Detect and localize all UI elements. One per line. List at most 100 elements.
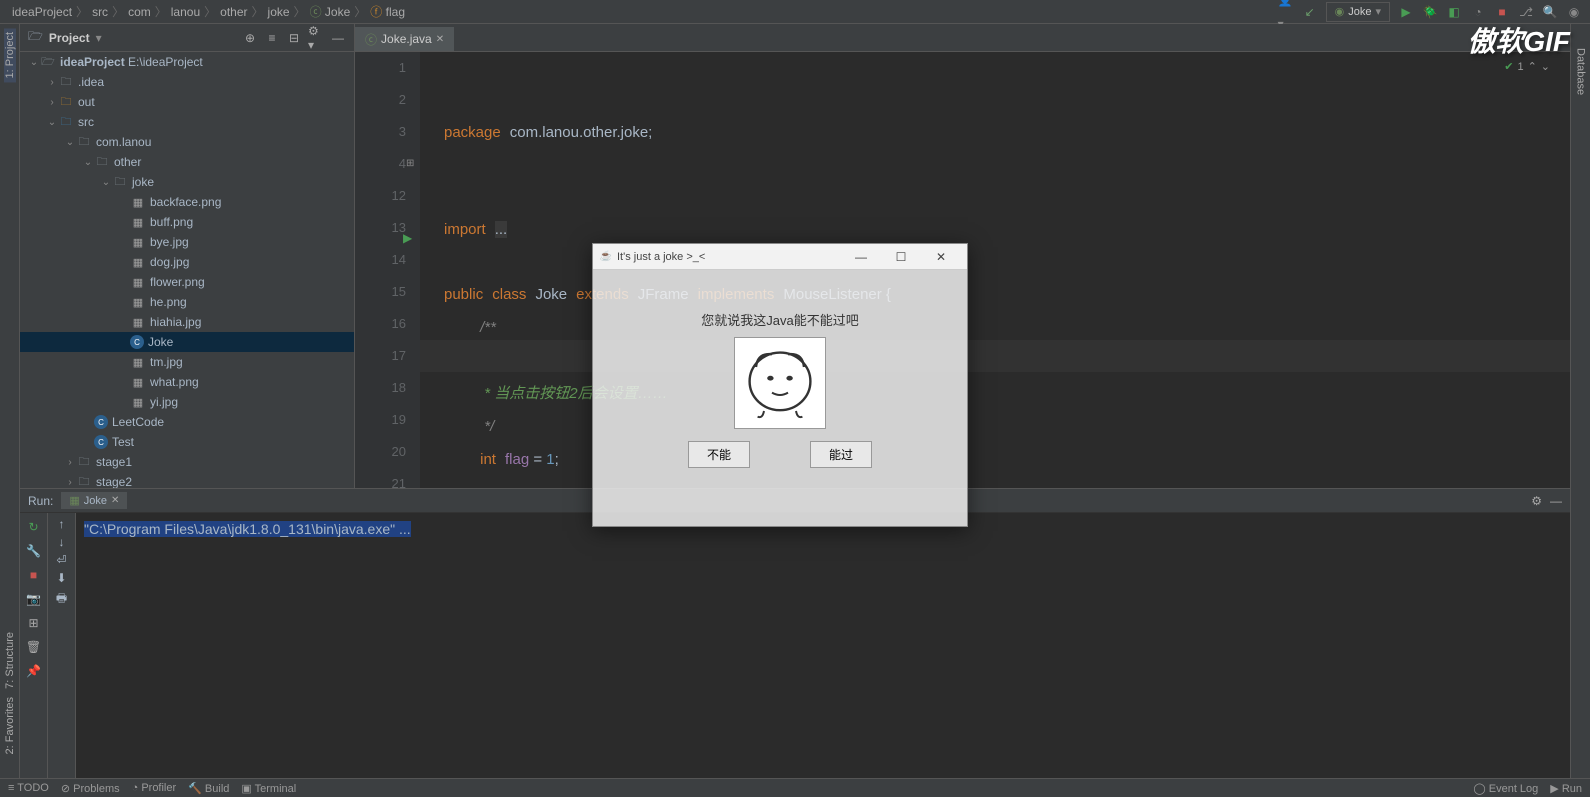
todo-button[interactable]: ≡ TODO (8, 782, 49, 794)
project-panel-title: Project (49, 31, 90, 45)
gutter-run-icon[interactable]: ▶ (403, 222, 412, 254)
favorites-tool-button[interactable]: 2: Favorites (4, 693, 16, 758)
project-tool-button[interactable]: 1: Project (4, 28, 16, 82)
tool-icon[interactable]: 🔧 (24, 541, 44, 561)
console-output[interactable]: "C:\Program Files\Java\jdk1.8.0_131\bin\… (76, 513, 1570, 778)
folder-icon: 🗁 (28, 27, 43, 48)
yes-button[interactable]: 能过 (810, 441, 872, 468)
expand-icon[interactable]: ≡ (264, 30, 280, 46)
run-icon[interactable]: ▶ (1398, 4, 1414, 20)
breadcrumb: ideaProject〉 src〉 com〉 lanou〉 other〉 jok… (0, 0, 1590, 24)
tree-item[interactable]: CTest (20, 432, 354, 452)
hide-icon[interactable]: — (1550, 494, 1562, 508)
layout-icon[interactable]: ⊞ (24, 613, 44, 633)
tree-item[interactable]: ▦hiahia.jpg (20, 312, 354, 332)
tree-item[interactable]: ▦flower.png (20, 272, 354, 292)
up-icon[interactable]: ↑ (59, 517, 65, 531)
stop-icon[interactable]: ■ (24, 565, 44, 585)
dialog-body: 您就说我这Java能不能过吧 不能 能过 (593, 270, 967, 468)
inspection-widget[interactable]: ✔ 1 ⌃⌄ (1504, 60, 1550, 73)
joke-dialog: ☕ It's just a joke >_< — ☐ ✕ 您就说我这Java能不… (592, 243, 968, 527)
tree-item[interactable]: ⌄🗀com.lanou (20, 132, 354, 152)
tree-item[interactable]: ▦backface.png (20, 192, 354, 212)
right-tool-stripe: Database (1570, 24, 1590, 778)
camera-icon[interactable]: 📷 (24, 589, 44, 609)
breadcrumb-item[interactable]: com (124, 0, 155, 24)
run-config-selector[interactable]: ◉ Joke ▾ (1326, 2, 1390, 22)
tree-item[interactable]: ›🗀out (20, 92, 354, 112)
run-button[interactable]: ▶ Run (1550, 782, 1582, 795)
trash-icon[interactable]: 🗑 (24, 637, 44, 657)
profiler-icon[interactable]: ◔ (1470, 4, 1486, 20)
minimize-icon[interactable]: — (841, 250, 881, 264)
search-icon[interactable]: 🔍 (1542, 4, 1558, 20)
project-tree[interactable]: ⌄🗁ideaProject E:\ideaProject›🗀.idea›🗀out… (20, 52, 354, 488)
dialog-image (734, 337, 826, 429)
tree-item[interactable]: ›🗀.idea (20, 72, 354, 92)
tree-item[interactable]: ▦what.png (20, 372, 354, 392)
editor-tab[interactable]: ⓒ Joke.java ✕ (355, 27, 455, 51)
breadcrumb-item[interactable]: ⓕ flag (366, 0, 409, 24)
editor-gutter: 123412▶131415161718192021 (355, 52, 420, 488)
tree-item[interactable]: ⌄🗀other (20, 152, 354, 172)
tree-item[interactable]: ›🗀stage1 (20, 452, 354, 472)
tree-item[interactable]: ▦tm.jpg (20, 352, 354, 372)
settings-icon[interactable]: ◉ (1566, 4, 1582, 20)
profiler-button[interactable]: ◔ Profiler (132, 782, 177, 794)
sync-icon[interactable]: ↙ (1302, 4, 1318, 20)
down-icon[interactable]: ↓ (59, 535, 65, 549)
breadcrumb-item[interactable]: ideaProject (8, 0, 76, 24)
dialog-title-text: It's just a joke >_< (617, 251, 705, 263)
event-log-button[interactable]: ◯ Event Log (1473, 782, 1538, 795)
tree-item[interactable]: ▦dog.jpg (20, 252, 354, 272)
rerun-icon[interactable]: ↻ (24, 517, 44, 537)
git-icon[interactable]: ⎇ (1518, 4, 1534, 20)
close-tab-icon[interactable]: ✕ (436, 34, 444, 45)
check-icon: ✔ (1504, 60, 1513, 73)
problems-button[interactable]: ⊘ Problems (61, 782, 120, 795)
tree-root[interactable]: ⌄🗁ideaProject E:\ideaProject (20, 52, 354, 72)
collapse-icon[interactable]: ⊟ (286, 30, 302, 46)
terminal-button[interactable]: ▣ Terminal (241, 782, 296, 795)
breadcrumb-item[interactable]: ⓒ Joke (306, 0, 355, 24)
hide-icon[interactable]: — (330, 30, 346, 46)
structure-tool-button[interactable]: 7: Structure (4, 628, 16, 693)
tree-item[interactable]: ▦bye.jpg (20, 232, 354, 252)
breadcrumb-item[interactable]: lanou (167, 0, 204, 24)
tree-item[interactable]: ▦he.png (20, 292, 354, 312)
close-icon[interactable]: ✕ (921, 250, 961, 264)
no-button[interactable]: 不能 (688, 441, 750, 468)
settings-icon[interactable]: ⚙ (1531, 494, 1542, 508)
run-tab[interactable]: ▦ Joke ✕ (61, 492, 127, 509)
tree-item[interactable]: ⌄🗀src (20, 112, 354, 132)
breadcrumb-item[interactable]: joke (264, 0, 294, 24)
wrap-icon[interactable]: ⏎ (56, 553, 66, 567)
run-tool-window: Run: ▦ Joke ✕ ⚙ — ↻ 🔧 ■ 📷 ⊞ 🗑 � (20, 488, 1570, 778)
dialog-titlebar[interactable]: ☕ It's just a joke >_< — ☐ ✕ (593, 244, 967, 270)
run-toolbar-2: ↑ ↓ ⏎ ⬇ 🖶 (48, 513, 76, 778)
tree-item[interactable]: ›🗀stage2 (20, 472, 354, 488)
user-icon[interactable]: 👤▾ (1278, 4, 1294, 20)
tree-item[interactable]: ⌄🗀joke (20, 172, 354, 192)
maximize-icon[interactable]: ☐ (881, 250, 921, 264)
print-icon[interactable]: 🖶 (56, 589, 67, 610)
dialog-message: 您就说我这Java能不能过吧 (613, 310, 947, 329)
debug-icon[interactable]: 🪲 (1422, 4, 1438, 20)
scroll-icon[interactable]: ⬇ (56, 571, 66, 585)
project-panel: 🗁 Project ▾ ⊕ ≡ ⊟ ⚙ ▾ — ⌄🗁ideaProject E:… (20, 24, 355, 488)
coverage-icon[interactable]: ◧ (1446, 4, 1462, 20)
breadcrumb-item[interactable]: other (216, 0, 251, 24)
tree-item[interactable]: ▦buff.png (20, 212, 354, 232)
build-button[interactable]: 🔨 Build (188, 782, 229, 795)
database-tool-button[interactable]: Database (1575, 44, 1587, 99)
tree-item[interactable]: CLeetCode (20, 412, 354, 432)
locate-icon[interactable]: ⊕ (242, 30, 258, 46)
status-bar: ≡ TODO ⊘ Problems ◔ Profiler 🔨 Build ▣ T… (0, 778, 1590, 797)
breadcrumb-item[interactable]: src (88, 0, 112, 24)
stop-icon[interactable]: ■ (1494, 4, 1510, 20)
tree-item[interactable]: CJoke (20, 332, 354, 352)
settings-icon[interactable]: ⚙ ▾ (308, 30, 324, 46)
left-tool-stripe: 1: Project 7: Structure 2: Favorites (0, 24, 20, 778)
pin-icon[interactable]: 📌 (24, 661, 44, 681)
tree-item[interactable]: ▦yi.jpg (20, 392, 354, 412)
